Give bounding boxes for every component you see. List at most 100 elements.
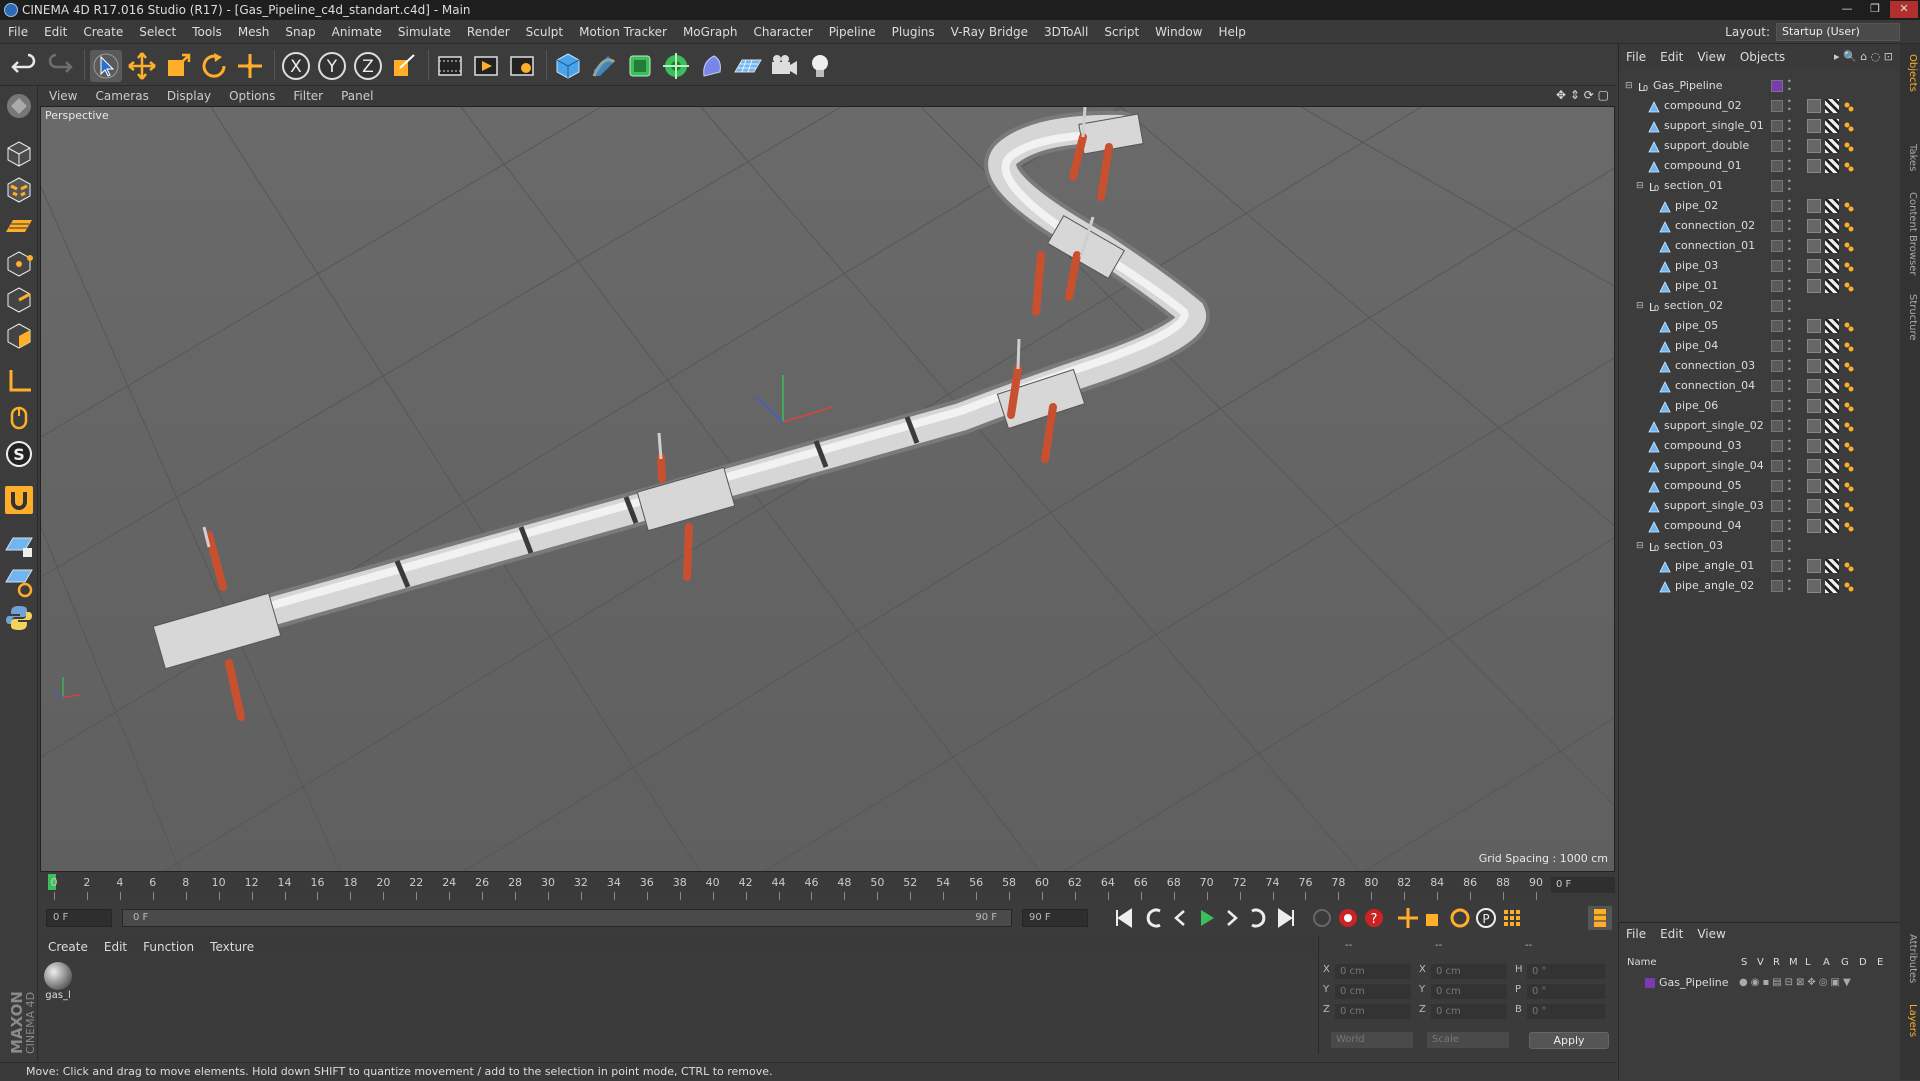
next-key-icon[interactable] <box>1246 906 1270 930</box>
phong-tag-icon[interactable] <box>1807 579 1821 593</box>
menu-motion-tracker[interactable]: Motion Tracker <box>571 20 675 44</box>
objects-menu-objects[interactable]: Objects <box>1733 44 1792 70</box>
end-frame-field[interactable]: 90 F <box>1022 909 1088 927</box>
phong-tag-icon[interactable] <box>1807 159 1821 173</box>
layer-assign-swatch[interactable] <box>1771 460 1783 472</box>
object-row-section-02[interactable]: ⊟ L 0 section_02 • • <box>1619 296 1901 316</box>
phong-tag-icon[interactable] <box>1807 319 1821 333</box>
expand-toggle-icon[interactable]: ⊟ <box>1636 296 1644 316</box>
uvw-tag-icon[interactable] <box>1843 460 1855 472</box>
layers-menu-file[interactable]: File <box>1619 923 1653 945</box>
phong-tag-icon[interactable] <box>1807 519 1821 533</box>
material-menu-function[interactable]: Function <box>135 936 202 958</box>
layer-assign-swatch[interactable] <box>1771 140 1783 152</box>
layer-assign-swatch[interactable] <box>1771 260 1783 272</box>
menu-animate[interactable]: Animate <box>324 20 390 44</box>
uvw-tag-icon[interactable] <box>1843 320 1855 332</box>
visibility-dots-icon[interactable]: • • <box>1787 178 1792 194</box>
visibility-dots-icon[interactable]: • • <box>1787 218 1792 234</box>
uvw-tag-icon[interactable] <box>1843 560 1855 572</box>
render-picture-icon[interactable] <box>470 50 502 82</box>
layer-assign-swatch[interactable] <box>1771 400 1783 412</box>
layer-color-swatch[interactable] <box>1645 978 1655 988</box>
object-row-pipe-01[interactable]: pipe_01 • • <box>1619 276 1901 296</box>
material-tag-icon[interactable] <box>1825 279 1839 293</box>
phong-tag-icon[interactable] <box>1807 419 1821 433</box>
object-row-pipe-02[interactable]: pipe_02 • • <box>1619 196 1901 216</box>
viewport-menu-display[interactable]: Display <box>158 86 220 106</box>
phong-tag-icon[interactable] <box>1807 239 1821 253</box>
visibility-dots-icon[interactable]: • • <box>1787 478 1792 494</box>
grid-rotate-icon[interactable] <box>3 566 35 598</box>
menu-pipeline[interactable]: Pipeline <box>821 20 884 44</box>
menu-tools[interactable]: Tools <box>184 20 230 44</box>
position-x-field[interactable]: 0 cm <box>1335 964 1411 979</box>
uvw-tag-icon[interactable] <box>1843 340 1855 352</box>
layer-assign-swatch[interactable] <box>1771 220 1783 232</box>
polygons-mode-icon[interactable] <box>3 320 35 352</box>
layer-assign-swatch[interactable] <box>1771 540 1783 552</box>
texture-mode-icon[interactable] <box>3 174 35 206</box>
snap-icon[interactable]: S <box>3 438 35 470</box>
tab-layers[interactable]: Layers <box>1902 1004 1918 1037</box>
visibility-dots-icon[interactable]: • • <box>1787 318 1792 334</box>
menu-create[interactable]: Create <box>75 20 131 44</box>
uvw-tag-icon[interactable] <box>1843 280 1855 292</box>
uvw-tag-icon[interactable] <box>1843 260 1855 272</box>
object-row-gas-pipeline[interactable]: ⊟ L 0 Gas_Pipeline • • <box>1619 76 1901 96</box>
object-row-connection-02[interactable]: connection_02 • • <box>1619 216 1901 236</box>
edges-mode-icon[interactable] <box>3 284 35 316</box>
object-row-connection-03[interactable]: connection_03 • • <box>1619 356 1901 376</box>
render-view-icon[interactable] <box>434 50 466 82</box>
object-row-compound-01[interactable]: compound_01 • • <box>1619 156 1901 176</box>
previous-key-icon[interactable] <box>1142 906 1166 930</box>
phong-tag-icon[interactable] <box>1807 279 1821 293</box>
phong-tag-icon[interactable] <box>1807 139 1821 153</box>
menu-plugins[interactable]: Plugins <box>884 20 943 44</box>
layer-row[interactable]: Gas_Pipeline ●◉▪▤⊟⊠✥◎▣▼ <box>1619 975 1901 991</box>
layer-assign-swatch[interactable] <box>1771 200 1783 212</box>
material-tag-icon[interactable] <box>1825 219 1839 233</box>
visibility-dots-icon[interactable]: • • <box>1787 298 1792 314</box>
uvw-tag-icon[interactable] <box>1843 360 1855 372</box>
frame-range-slider[interactable]: 0 F 90 F <box>122 909 1012 927</box>
redo-icon[interactable] <box>44 50 76 82</box>
scale-icon[interactable] <box>162 50 194 82</box>
uvw-tag-icon[interactable] <box>1843 120 1855 132</box>
material-tag-icon[interactable] <box>1825 499 1839 513</box>
visibility-dots-icon[interactable]: • • <box>1787 558 1792 574</box>
phong-tag-icon[interactable] <box>1807 199 1821 213</box>
phong-tag-icon[interactable] <box>1807 119 1821 133</box>
uvw-tag-icon[interactable] <box>1843 420 1855 432</box>
material-menu-create[interactable]: Create <box>40 936 96 958</box>
visibility-dots-icon[interactable]: • • <box>1787 138 1792 154</box>
auto-key-icon[interactable]: ? <box>1362 906 1386 930</box>
viewport-menu-filter[interactable]: Filter <box>284 86 332 106</box>
material-tag-icon[interactable] <box>1825 379 1839 393</box>
object-row-pipe-angle-01[interactable]: pipe_angle_01 • • <box>1619 556 1901 576</box>
uvw-tag-icon[interactable] <box>1843 440 1855 452</box>
tab-structure[interactable]: Structure <box>1902 294 1918 341</box>
position-z-field[interactable]: 0 cm <box>1335 1004 1411 1019</box>
visibility-dots-icon[interactable]: • • <box>1787 358 1792 374</box>
python-icon[interactable] <box>3 602 35 634</box>
visibility-dots-icon[interactable]: • • <box>1787 158 1792 174</box>
layout-dropdown[interactable]: Startup (User) <box>1776 23 1900 41</box>
material-tag-icon[interactable] <box>1825 159 1839 173</box>
current-frame-field[interactable]: 0 F <box>1551 877 1615 893</box>
phong-tag-icon[interactable] <box>1807 259 1821 273</box>
object-row-compound-04[interactable]: compound_04 • • <box>1619 516 1901 536</box>
key-pla-icon[interactable] <box>1500 906 1524 930</box>
previous-frame-icon[interactable] <box>1168 906 1192 930</box>
object-row-pipe-05[interactable]: pipe_05 • • <box>1619 316 1901 336</box>
visibility-dots-icon[interactable]: • • <box>1787 498 1792 514</box>
tab-attributes[interactable]: Attributes <box>1902 934 1918 983</box>
visibility-dots-icon[interactable]: • • <box>1787 398 1792 414</box>
layer-assign-swatch[interactable] <box>1771 420 1783 432</box>
keyframe-icon[interactable] <box>1310 906 1334 930</box>
menu-file[interactable]: File <box>0 20 36 44</box>
visibility-dots-icon[interactable]: • • <box>1787 78 1792 94</box>
material-tag-icon[interactable] <box>1825 519 1839 533</box>
phong-tag-icon[interactable] <box>1807 219 1821 233</box>
layer-assign-swatch[interactable] <box>1771 500 1783 512</box>
